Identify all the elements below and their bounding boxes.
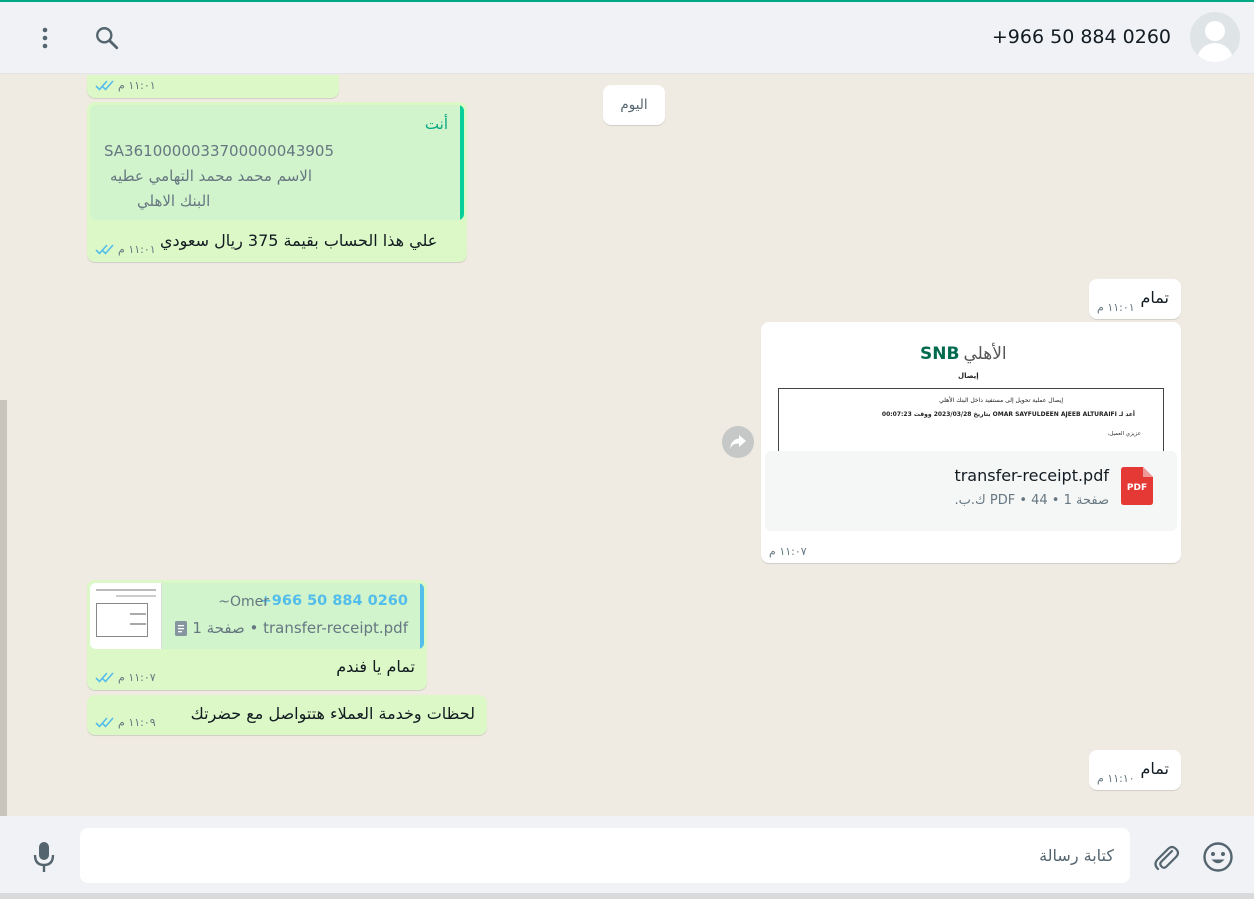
message-bubble[interactable]: لحظات وخدمة العملاء هتتواصل مع حضرتك ١١:… — [87, 695, 487, 735]
chat-area[interactable]: ١١:٠١ م اليوم أنت SA36100000337000000439… — [0, 75, 1254, 816]
snb-logo-ar: الأهلي — [963, 344, 1007, 364]
snb-logo: SNB الأهلي — [920, 344, 1007, 364]
message-input[interactable] — [114, 840, 1114, 870]
preview-frame: إيصال عملية تحويل إلى مستفيد داخل البنك … — [778, 388, 1164, 452]
message-bubble[interactable]: تمام ١١:٠١ م — [1089, 279, 1181, 319]
message-time: ١١:٠١ م — [1097, 301, 1135, 314]
pdf-badge: PDF — [1126, 483, 1148, 493]
quote-author: أنت — [424, 115, 448, 133]
quote-file-label: transfer-receipt.pdf • صفحة 1 — [192, 619, 408, 637]
chat-header: +966 50 884 0260 — [0, 2, 1254, 74]
message-composer — [0, 816, 1254, 899]
quoted-message[interactable]: +966 50 884 0260 ~Omer transfer-receipt.… — [90, 583, 424, 649]
microphone-icon[interactable] — [30, 840, 58, 874]
pdf-file-icon: PDF — [1121, 467, 1153, 505]
default-avatar-icon[interactable] — [1190, 12, 1240, 62]
emoji-icon[interactable] — [1202, 841, 1234, 873]
message-time: ١١:٠١ م — [118, 243, 156, 256]
chat-scrollbar[interactable] — [0, 400, 7, 816]
contact-name[interactable]: +966 50 884 0260 — [992, 26, 1171, 48]
quote-file: transfer-receipt.pdf • صفحة 1 — [175, 619, 408, 637]
message-bubble[interactable]: +966 50 884 0260 ~Omer transfer-receipt.… — [87, 580, 427, 690]
message-text: تمام — [1140, 288, 1169, 307]
document-thumbnail — [90, 583, 162, 649]
snb-logo-en: SNB — [920, 344, 960, 364]
message-input-box[interactable] — [80, 828, 1130, 883]
message-text: علي هذا الحساب بقيمة 375 ريال سعودي — [160, 231, 438, 250]
more-vertical-icon[interactable] — [31, 24, 59, 52]
message-bubble[interactable]: ١١:٠١ م — [87, 75, 339, 98]
forward-icon[interactable] — [722, 426, 754, 458]
document-icon — [175, 620, 188, 636]
message-time: ١١:٠٩ م — [118, 716, 156, 729]
preview-line: أعد لـ OMAR SAYFULDEEN AJEEB ALTURAIFI ب… — [881, 411, 1135, 418]
pdf-preview[interactable]: SNB الأهلي إيصال إيصال عملية تحويل إلى م… — [778, 330, 1164, 452]
file-meta: صفحة 1 • PDF • 44 ك.ب. — [954, 493, 1110, 508]
message-time: ١١:٠٧ م — [118, 671, 156, 684]
message-meta: ١١:٠٩ م — [95, 716, 156, 729]
preview-heading: إيصال — [958, 372, 979, 380]
message-bubble[interactable]: تمام ١١:١٠ م — [1089, 750, 1181, 790]
read-ticks-icon — [95, 672, 114, 683]
message-time: ١١:٠٧ م — [769, 545, 807, 558]
quote-line: SA3610000033700000043905 — [104, 142, 335, 160]
file-name: transfer-receipt.pdf — [954, 466, 1109, 485]
paperclip-icon[interactable] — [1152, 843, 1182, 873]
message-meta: ١١:٠١ م — [95, 79, 156, 92]
pdf-file-row[interactable]: PDF transfer-receipt.pdf صفحة 1 • PDF • … — [765, 451, 1177, 531]
preview-line: عزيزي العميل، — [1107, 431, 1141, 437]
preview-line: إيصال عملية تحويل إلى مستفيد داخل البنك … — [939, 397, 1063, 404]
read-ticks-icon — [95, 244, 114, 255]
quote-line: البنك الاهلي — [137, 192, 211, 210]
read-ticks-icon — [95, 80, 114, 91]
read-ticks-icon — [95, 717, 114, 728]
quote-alias: ~Omer — [218, 594, 269, 610]
message-text: تمام — [1140, 759, 1169, 778]
message-time: ١١:٠١ م — [118, 79, 156, 92]
quote-line: الاسم محمد محمد التهامي عطيه — [110, 167, 312, 185]
message-meta: ١١:٠١ م — [95, 243, 156, 256]
quote-bar — [420, 583, 424, 649]
message-time: ١١:١٠ م — [1097, 772, 1135, 785]
quote-bar — [460, 105, 464, 220]
message-text: تمام يا فندم — [336, 657, 415, 676]
message-text: لحظات وخدمة العملاء هتتواصل مع حضرتك — [190, 704, 475, 723]
search-icon[interactable] — [93, 24, 121, 52]
message-bubble[interactable]: أنت SA3610000033700000043905 الاسم محمد … — [87, 102, 467, 262]
date-chip: اليوم — [603, 85, 665, 125]
quoted-message[interactable]: أنت SA3610000033700000043905 الاسم محمد … — [90, 105, 464, 220]
message-meta: ١١:٠٧ م — [95, 671, 156, 684]
quote-author: +966 50 884 0260 — [259, 593, 408, 609]
window-bottom-bar — [0, 893, 1254, 899]
